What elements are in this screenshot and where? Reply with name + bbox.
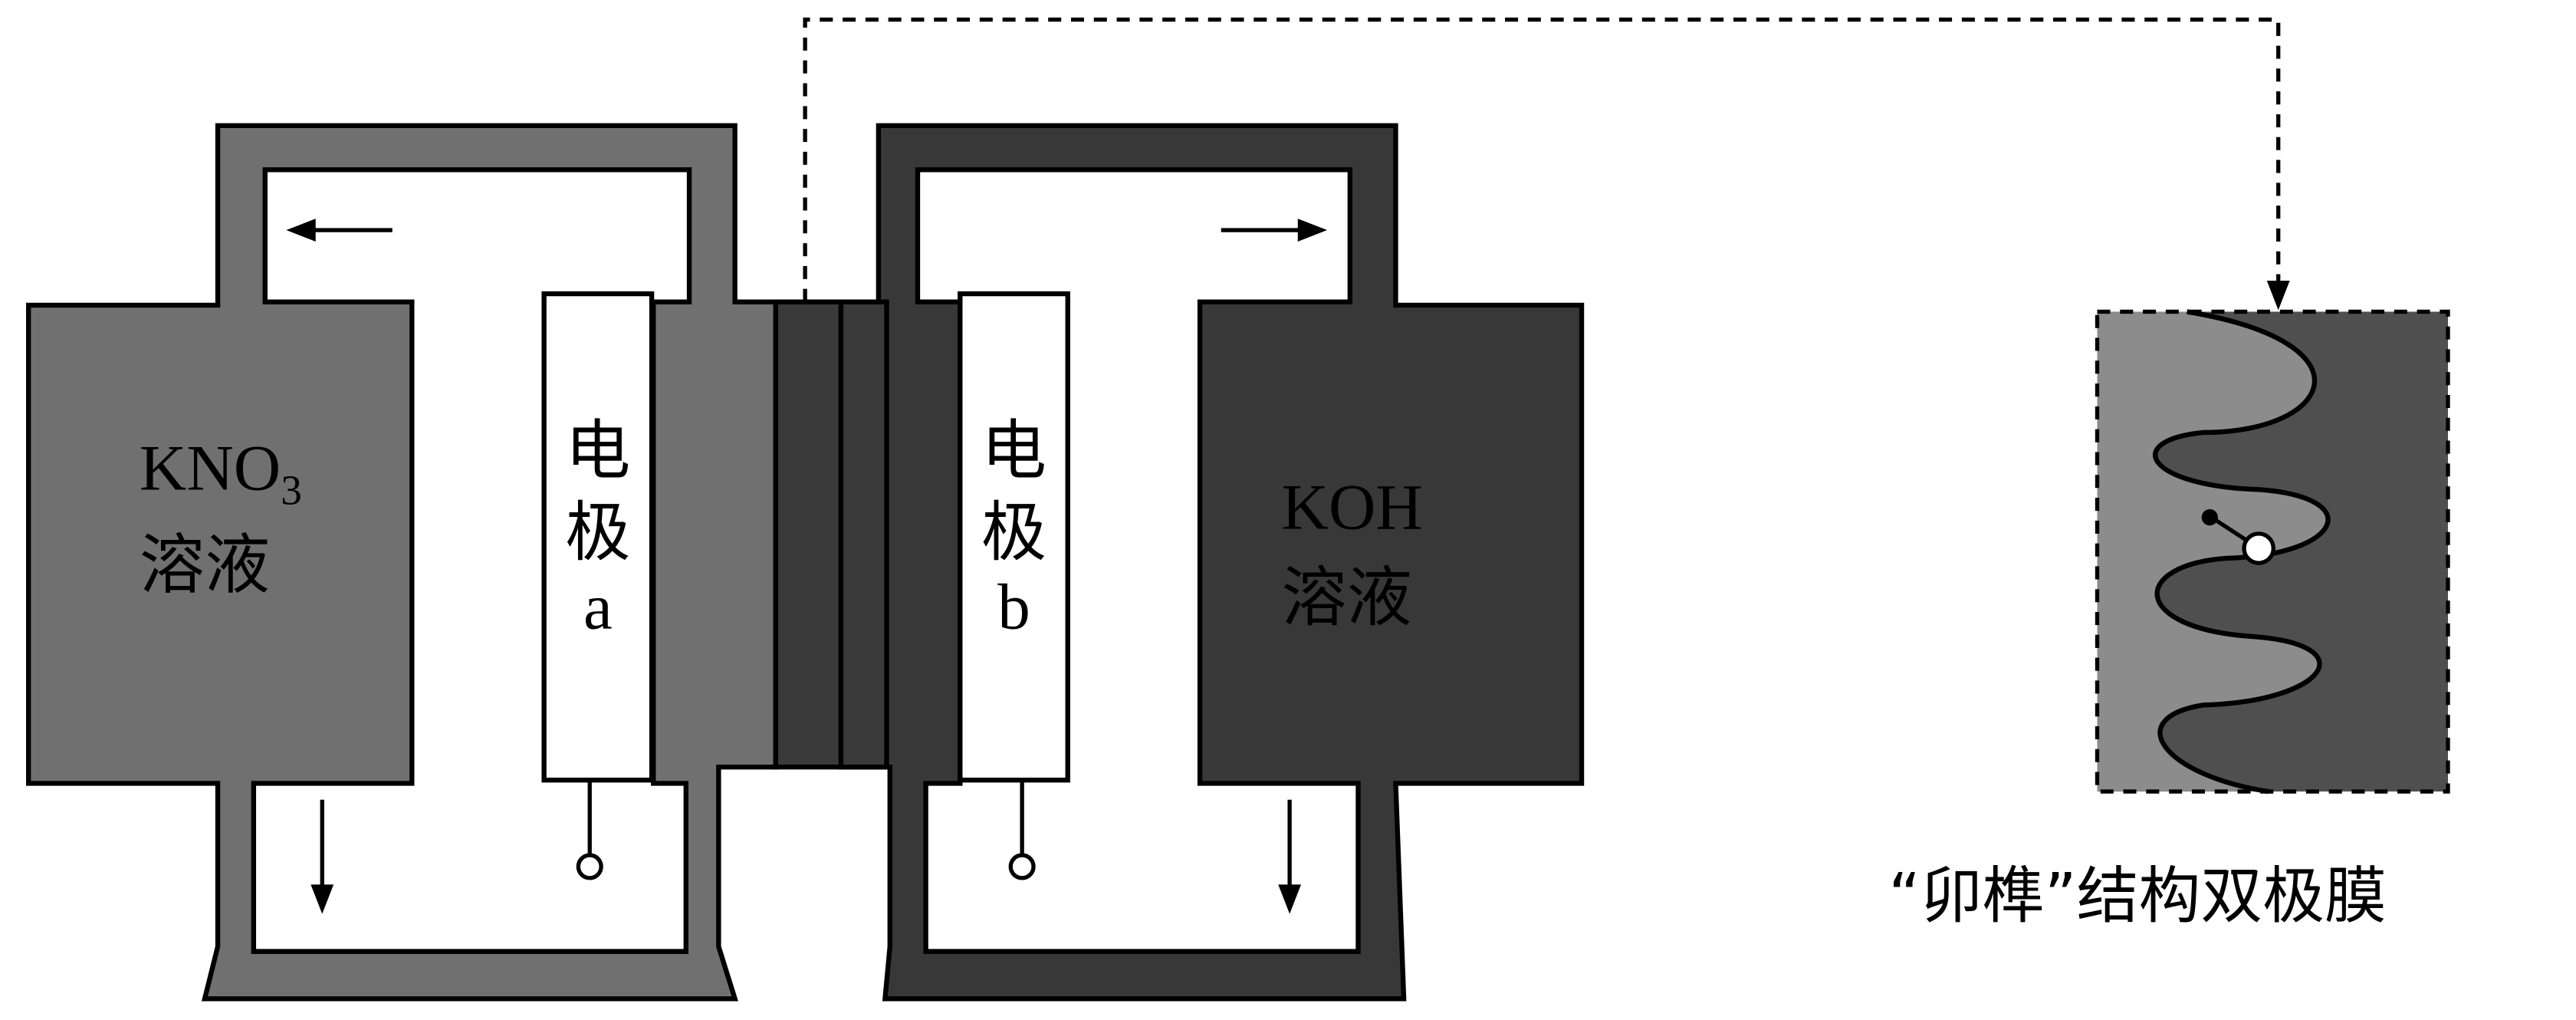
electrode-a-char1: 电: [565, 413, 630, 489]
electrode-b-char1: 电: [981, 413, 1046, 489]
left-solution-formula: KNO3: [140, 432, 302, 513]
electrode-b-letter: b: [997, 571, 1030, 643]
membrane-left-layer: [773, 299, 844, 770]
right-solution-word: 溶液: [1281, 561, 1411, 637]
callout-arrowhead: [2266, 281, 2290, 311]
electrode-a-letter: a: [583, 571, 613, 643]
membrane-right-layer: [838, 299, 889, 770]
left-solution-subscript: 3: [281, 467, 302, 514]
electrode-b-terminal: [1008, 853, 1036, 880]
membrane-caption: “卯榫”结构双极膜: [1888, 860, 2387, 933]
electrode-b-char2: 极: [981, 495, 1046, 571]
flow-arrow-right-bottom: [1278, 799, 1302, 914]
flow-arrow-right-top: [1221, 219, 1328, 242]
membrane-magnified-view: [2095, 309, 2450, 795]
catalyst-small-dot: [2201, 508, 2218, 526]
right-chamber-frame: [838, 123, 1585, 1002]
flow-arrow-left-top: [286, 219, 393, 242]
catalyst-open-circle: [2242, 531, 2275, 565]
flow-arrow-left-bottom: [310, 799, 334, 914]
electrode-a-char2: 极: [565, 495, 630, 571]
electrolysis-cell-diagram: KNO3 溶液 电 极 a 电 极 b KOH 溶液 “卯榫”结构双极膜: [25, 17, 2450, 1002]
right-solution-formula: KOH: [1281, 471, 1422, 543]
electrode-a-terminal: [576, 853, 603, 880]
left-solution-word: 溶液: [140, 528, 270, 604]
